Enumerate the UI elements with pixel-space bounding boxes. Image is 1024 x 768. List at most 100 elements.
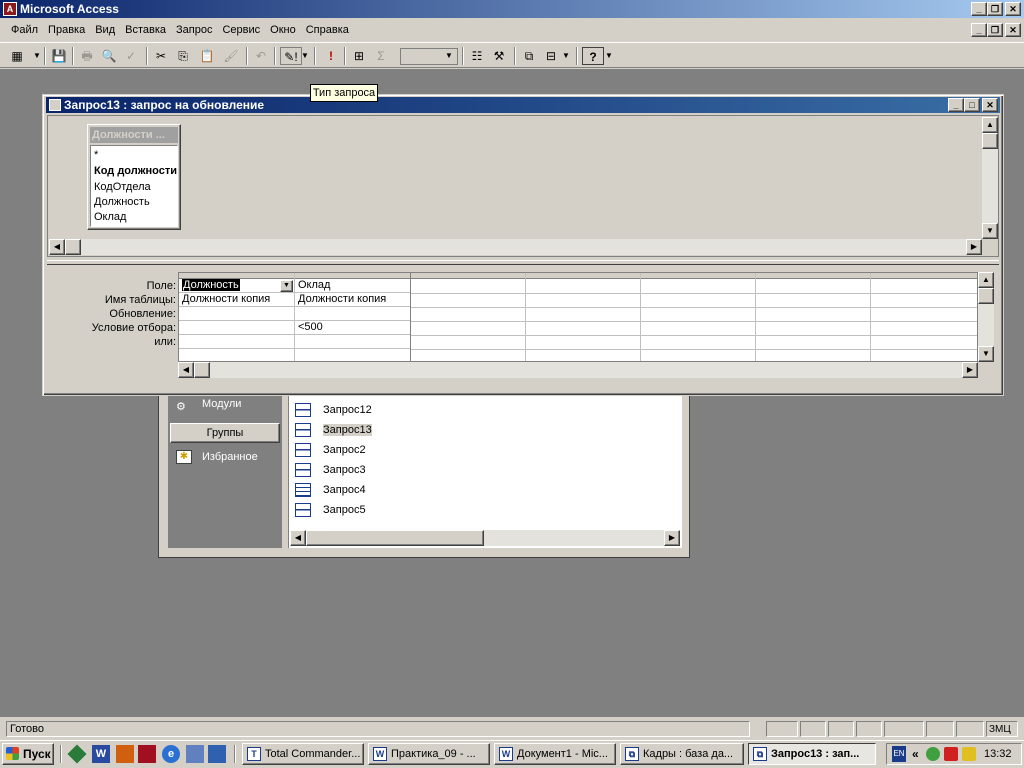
top-values-dropdown-icon[interactable]: ▼ [442, 48, 456, 63]
field-item-position[interactable]: Должность [94, 195, 150, 210]
spelling-icon[interactable]: ✓ [120, 47, 142, 65]
column-selector[interactable] [756, 273, 870, 279]
save-icon[interactable]: 💾 [48, 47, 70, 65]
scroll-right-icon[interactable]: ▶ [962, 362, 978, 378]
list-item-query13[interactable]: Запрос13 [295, 421, 375, 439]
field-list-title[interactable]: Должности ... [90, 127, 178, 143]
cut-icon[interactable]: ✂ [150, 47, 172, 65]
database-window-icon[interactable]: ⧉ [518, 47, 540, 65]
grid-cell-field[interactable]: Оклад [295, 279, 410, 293]
list-item-query5[interactable]: Запрос5 [295, 501, 369, 519]
print-preview-icon[interactable]: 🔍 [98, 47, 120, 65]
quicklaunch-app3-icon[interactable] [208, 745, 226, 763]
grid-column-empty[interactable] [871, 273, 977, 361]
quicklaunch-notes-icon[interactable] [186, 745, 204, 763]
task-kadry-database[interactable]: ⧉ Кадры : база да... [620, 743, 744, 765]
column-selector[interactable] [871, 273, 977, 279]
quicklaunch-ie-icon[interactable]: e [162, 745, 180, 763]
scroll-thumb[interactable] [982, 133, 998, 149]
groups-button[interactable]: Группы [170, 423, 280, 443]
grid-cell-update[interactable] [179, 307, 294, 321]
query-window-title-bar[interactable]: Запрос13 : запрос на обновление [46, 97, 1000, 113]
scroll-left-icon[interactable]: ◀ [178, 362, 194, 378]
grid-cell-table[interactable]: Должности копия [295, 293, 410, 307]
column-selector[interactable] [411, 273, 525, 279]
run-icon[interactable]: ! [320, 47, 342, 65]
show-table-icon[interactable]: ⊞ [348, 47, 370, 65]
scroll-right-icon[interactable]: ▶ [664, 530, 680, 546]
close-button[interactable]: ✕ [1005, 2, 1021, 16]
restore-button[interactable]: ❐ [987, 2, 1003, 16]
properties-icon[interactable]: ☷ [466, 47, 488, 65]
print-icon[interactable]: 🖶 [76, 47, 98, 65]
grid-cell-or[interactable] [295, 335, 410, 349]
query-type-dropdown-icon[interactable]: ▼ [299, 47, 311, 65]
field-item-all[interactable]: * [94, 148, 98, 163]
grid-hscrollbar[interactable]: ◀ ▶ [178, 362, 978, 378]
scroll-up-icon[interactable]: ▲ [978, 272, 994, 288]
scroll-up-icon[interactable]: ▲ [982, 117, 998, 133]
list-item-query2[interactable]: Запрос2 [295, 441, 369, 459]
scroll-left-icon[interactable]: ◀ [49, 239, 65, 255]
column-selector[interactable] [526, 273, 640, 279]
scroll-down-icon[interactable]: ▼ [982, 223, 998, 239]
scroll-thumb[interactable] [978, 288, 994, 304]
menu-query[interactable]: Запрос [171, 24, 217, 36]
table-pane-vscrollbar[interactable]: ▲ ▼ [982, 117, 998, 239]
task-total-commander[interactable]: T Total Commander... [242, 743, 364, 765]
totals-icon[interactable]: Σ [370, 47, 392, 65]
table-pane-hscrollbar[interactable]: ◀ ▶ [49, 239, 982, 255]
grid-column-empty[interactable] [526, 273, 641, 361]
quicklaunch-app2-icon[interactable] [116, 745, 134, 763]
grid-column-empty[interactable] [756, 273, 871, 361]
task-document1[interactable]: W Документ1 - Mic... [494, 743, 616, 765]
language-indicator[interactable]: EN [892, 746, 906, 762]
access-app-icon[interactable]: A [3, 2, 17, 16]
sidebar-item-favorites[interactable]: ✱ Избранное [176, 447, 276, 467]
tray-app-icon[interactable] [926, 747, 940, 761]
tray-antivirus-icon[interactable] [944, 747, 958, 761]
list-item-query4[interactable]: Запрос4 [295, 481, 369, 499]
copy-icon[interactable]: ⎘ [172, 47, 194, 65]
field-item-department-id[interactable]: КодОтдела [94, 180, 151, 195]
query-maximize-button[interactable]: □ [964, 98, 980, 112]
scroll-thumb[interactable] [306, 530, 484, 546]
mdi-close-button[interactable]: ✕ [1005, 23, 1021, 37]
grid-cell-field[interactable]: Должность ▼ [179, 279, 294, 293]
scroll-right-icon[interactable]: ▶ [966, 239, 982, 255]
task-practice-09[interactable]: W Практика_09 - ... [368, 743, 490, 765]
build-icon[interactable]: ⚒ [488, 47, 510, 65]
quicklaunch-word-icon[interactable]: W [92, 745, 110, 763]
help-icon[interactable]: ? [582, 47, 604, 65]
column-selector[interactable] [641, 273, 755, 279]
grid-cell-table[interactable]: Должности копия [179, 293, 294, 307]
grid-column-empty[interactable] [411, 273, 526, 361]
menu-view[interactable]: Вид [90, 24, 120, 36]
quicklaunch-save-icon[interactable] [138, 745, 156, 763]
new-object-icon[interactable]: ⊟ [540, 47, 562, 65]
scroll-left-icon[interactable]: ◀ [290, 530, 306, 546]
grid-cell-criteria[interactable]: <500 [295, 321, 410, 335]
help-dropdown-icon[interactable]: ▼ [603, 47, 615, 65]
pane-splitter[interactable] [47, 260, 999, 265]
database-list-hscrollbar[interactable]: ◀ ▶ [290, 530, 680, 546]
scroll-down-icon[interactable]: ▼ [978, 346, 994, 362]
list-item-query12[interactable]: Запрос12 [295, 401, 375, 419]
app-title-bar[interactable]: Microsoft Access [0, 0, 1024, 18]
undo-icon[interactable]: ↶ [250, 47, 272, 65]
field-item-position-id[interactable]: Код должности [94, 164, 177, 179]
view-icon[interactable]: ▦ [6, 47, 28, 65]
task-query13[interactable]: ⧉ Запрос13 : зап... [748, 743, 876, 765]
query-window-icon[interactable] [49, 99, 61, 111]
field-dropdown-icon[interactable]: ▼ [280, 280, 293, 292]
menu-tools[interactable]: Сервис [217, 24, 265, 36]
grid-cell-update[interactable] [295, 307, 410, 321]
mdi-restore-button[interactable]: ❐ [987, 23, 1003, 37]
tray-expand-icon[interactable]: « [912, 746, 919, 762]
grid-cell-criteria[interactable] [179, 321, 294, 335]
scroll-thumb[interactable] [65, 239, 81, 255]
minimize-button[interactable]: _ [971, 2, 987, 16]
grid-column-empty[interactable] [641, 273, 756, 361]
field-item-salary[interactable]: Оклад [94, 210, 126, 225]
scroll-thumb[interactable] [194, 362, 210, 378]
